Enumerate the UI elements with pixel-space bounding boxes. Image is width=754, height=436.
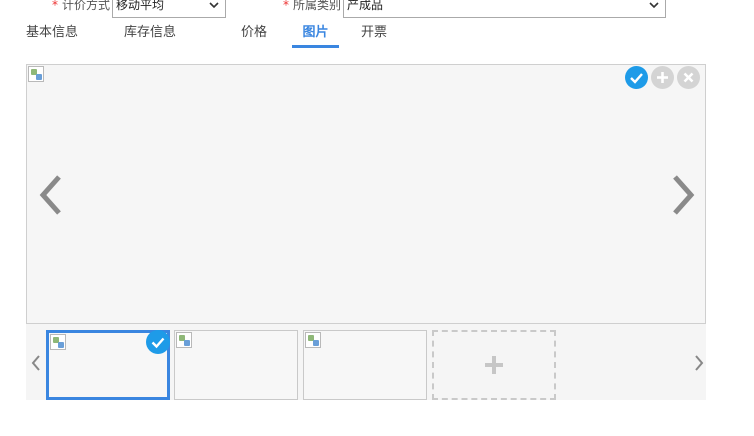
check-icon <box>625 66 648 89</box>
tab-invoice[interactable]: 开票 <box>352 22 396 48</box>
broken-image-icon <box>28 66 44 82</box>
thumbnail-2[interactable] <box>174 330 298 400</box>
check-icon <box>146 330 170 354</box>
chevron-right-icon[interactable] <box>692 348 706 378</box>
add-image-button[interactable] <box>651 66 674 89</box>
close-icon <box>677 66 700 89</box>
broken-image-icon <box>305 332 321 348</box>
set-primary-button[interactable] <box>625 66 648 89</box>
category-value: 产成品 <box>347 0 384 12</box>
form-row: * 计价方式 移动平均 * 所属类别 产成品 <box>0 0 754 18</box>
image-viewer <box>26 64 706 324</box>
pricing-method-label: * 计价方式 <box>52 0 111 12</box>
tab-bar: 基本信息 库存信息 价格 图片 开票 <box>0 22 754 48</box>
pricing-method-value: 移动平均 <box>116 0 165 12</box>
plus-icon <box>484 355 504 375</box>
add-thumbnail-button[interactable] <box>432 330 556 400</box>
broken-image-icon <box>50 334 66 350</box>
category-label: * 所属类别 <box>283 0 342 12</box>
category-select[interactable]: 产成品 <box>343 0 666 18</box>
chevron-right-icon[interactable] <box>663 165 703 225</box>
broken-image-icon <box>176 332 192 348</box>
chevron-left-icon[interactable] <box>29 348 43 378</box>
thumbnail-strip <box>26 324 706 400</box>
tab-basic-info[interactable]: 基本信息 <box>16 22 88 48</box>
plus-icon <box>651 66 674 89</box>
pricing-method-select[interactable]: 移动平均 <box>112 0 226 18</box>
thumbnail-1[interactable] <box>46 330 170 400</box>
delete-image-button[interactable] <box>677 66 700 89</box>
active-tab-underline <box>292 45 339 48</box>
tab-inventory-info[interactable]: 库存信息 <box>114 22 186 48</box>
thumbnail-3[interactable] <box>303 330 427 400</box>
tab-images[interactable]: 图片 <box>292 22 339 48</box>
chevron-left-icon[interactable] <box>31 165 71 225</box>
tab-price[interactable]: 价格 <box>232 22 276 48</box>
